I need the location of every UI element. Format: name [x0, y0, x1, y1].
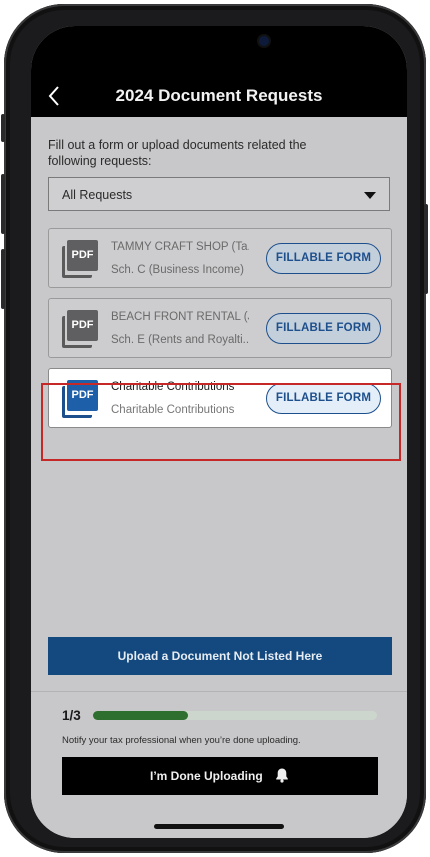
done-uploading-label: I’m Done Uploading [149, 769, 263, 783]
power-button [424, 204, 428, 294]
screen: 2024 Document Requests Fill out a form o… [31, 26, 407, 838]
main-content: Fill out a form or upload documents rela… [31, 117, 407, 838]
request-subtitle: Sch. E (Rents and Royalti... [111, 334, 249, 346]
pdf-icon: PDF [62, 310, 98, 348]
request-card[interactable]: PDF BEACH FRONT RENTAL (J... Sch. E (Ren… [48, 298, 392, 358]
upload-document-button[interactable]: Upload a Document Not Listed Here [48, 637, 392, 675]
camera-icon [259, 36, 269, 46]
fillable-form-button[interactable]: FILLABLE FORM [266, 243, 381, 274]
notch [141, 26, 299, 58]
request-title: TAMMY CRAFT SHOP (Ta... [111, 241, 249, 253]
notify-text: Notify your tax professional when you’re… [62, 735, 301, 746]
progress-count: 1/3 [62, 708, 81, 723]
highlight-box [41, 383, 401, 461]
done-uploading-button[interactable]: I’m Done Uploading [62, 757, 378, 795]
progress-bar-fill [93, 711, 188, 720]
filter-selected-value: All Requests [62, 188, 133, 202]
fillable-form-button[interactable]: FILLABLE FORM [266, 313, 381, 344]
bell-icon [276, 768, 288, 783]
silent-switch [1, 114, 5, 142]
caret-down-icon [364, 192, 376, 199]
page-title: 2024 Document Requests [115, 86, 323, 105]
progress-bar [93, 711, 377, 720]
phone-frame: 2024 Document Requests Fill out a form o… [1, 4, 428, 853]
volume-down-button [1, 249, 5, 309]
home-indicator [154, 824, 284, 829]
request-title: BEACH FRONT RENTAL (J... [111, 311, 249, 323]
nav-bar: 2024 Document Requests [31, 74, 407, 117]
request-filter-select[interactable]: All Requests [48, 177, 390, 211]
request-subtitle: Sch. C (Business Income) [111, 264, 244, 276]
intro-text: Fill out a form or upload documents rela… [48, 138, 307, 168]
divider [31, 691, 407, 692]
volume-up-button [1, 174, 5, 234]
request-card[interactable]: PDF TAMMY CRAFT SHOP (Ta... Sch. C (Busi… [48, 228, 392, 288]
pdf-icon: PDF [62, 240, 98, 278]
